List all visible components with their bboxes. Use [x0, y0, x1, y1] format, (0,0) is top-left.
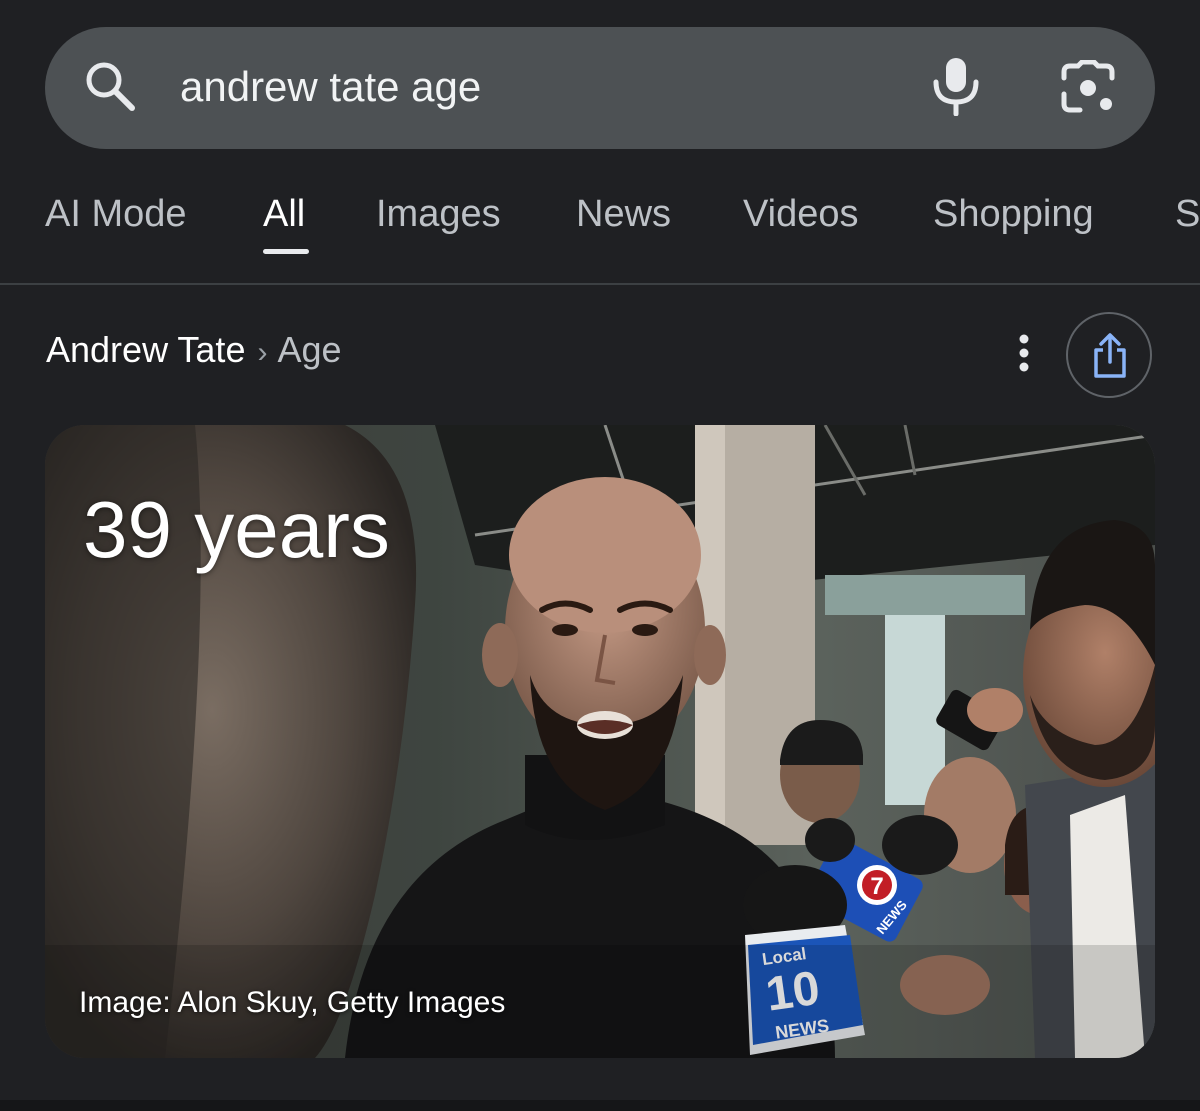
search-tabs: AI Mode All Images News Videos Shopping …	[0, 180, 1200, 250]
answer-card[interactable]: 7 NEWS Local 10 NEWS 39 years Image: Alo…	[45, 425, 1155, 1058]
breadcrumb-entity[interactable]: Andrew Tate	[46, 329, 245, 370]
share-button[interactable]	[1066, 312, 1152, 398]
more-options-icon[interactable]	[1010, 333, 1038, 373]
lens-icon[interactable]	[1058, 60, 1118, 116]
tab-all[interactable]: All	[263, 190, 305, 238]
tab-ai-mode[interactable]: AI Mode	[45, 190, 187, 238]
breadcrumb-attribute: Age	[277, 329, 342, 370]
image-caption: Image: Alon Skuy, Getty Images	[79, 986, 506, 1019]
share-icon	[1094, 333, 1126, 378]
bottom-edge	[0, 1100, 1200, 1111]
tab-shopping[interactable]: Shopping	[933, 190, 1094, 238]
active-tab-indicator	[263, 249, 309, 254]
age-answer: 39 years	[83, 485, 390, 574]
tab-images[interactable]: Images	[376, 190, 501, 238]
tab-news[interactable]: News	[576, 190, 671, 238]
tab-videos[interactable]: Videos	[743, 190, 859, 238]
mic-icon[interactable]	[928, 56, 984, 116]
search-icon[interactable]	[80, 56, 140, 116]
breadcrumb-separator: ›	[257, 336, 268, 369]
mic2-number: 7	[870, 873, 883, 900]
tabs-divider	[0, 283, 1200, 285]
breadcrumb: Andrew Tate › Age	[46, 326, 342, 377]
search-input[interactable]: andrew tate age	[180, 58, 481, 116]
tab-overflow[interactable]: S	[1175, 190, 1200, 238]
